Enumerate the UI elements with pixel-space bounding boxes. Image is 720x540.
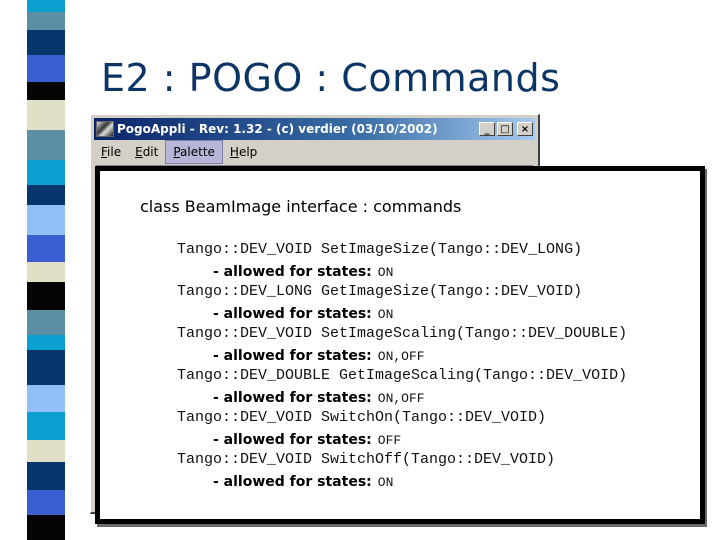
stripe-segment xyxy=(27,30,65,55)
slide-title: E2 : POGO : Commands xyxy=(101,56,561,100)
allowed-label: - allowed for states: xyxy=(213,264,372,280)
stripe-segment xyxy=(27,412,65,440)
menu-file[interactable]: File xyxy=(94,141,128,163)
allowed-states-value: ON xyxy=(377,307,394,322)
menu-mnemonic: H xyxy=(229,145,239,159)
menu-edit[interactable]: Edit xyxy=(128,141,165,163)
stripe-segment xyxy=(27,55,65,82)
allowed-states-value: OFF xyxy=(377,433,402,448)
menu-label-rest: ile xyxy=(107,145,122,159)
command-signature: Tango::DEV_VOID SetImageSize(Tango::DEV_… xyxy=(177,241,583,258)
allowed-label: - allowed for states: xyxy=(213,432,372,448)
stripe-segment xyxy=(27,310,65,335)
allowed-label: - allowed for states: xyxy=(213,474,372,490)
stripe-segment xyxy=(27,515,65,540)
menu-label-rest: alette xyxy=(180,145,215,159)
stripe-segment xyxy=(27,350,65,385)
stripe-segment xyxy=(27,160,65,185)
close-button[interactable]: × xyxy=(517,122,533,136)
stripe-segment xyxy=(27,262,65,282)
stripe-segment xyxy=(27,100,65,130)
command-signature: Tango::DEV_LONG GetImageSize(Tango::DEV_… xyxy=(177,283,583,300)
stripe-segment xyxy=(27,185,65,205)
window-title: PogoAppli - Rev: 1.32 - (c) verdier (03/… xyxy=(117,122,438,136)
command-signature: Tango::DEV_DOUBLE GetImageScaling(Tango:… xyxy=(177,367,628,384)
menu-palette[interactable]: Palette xyxy=(165,140,223,164)
window-titlebar[interactable]: PogoAppli - Rev: 1.32 - (c) verdier (03/… xyxy=(94,118,535,140)
allowed-label: - allowed for states: xyxy=(213,306,372,322)
decorative-stripe xyxy=(27,0,65,540)
stripe-segment xyxy=(27,385,65,412)
command-allowed-states: - allowed for states: ON xyxy=(177,302,627,323)
commands-heading: class BeamImage interface : commands xyxy=(140,197,462,216)
stripe-segment xyxy=(27,490,65,515)
allowed-label: - allowed for states: xyxy=(213,390,372,406)
menu-bar: File Edit Palette Help xyxy=(94,140,535,164)
stripe-segment xyxy=(27,0,65,12)
commands-list: Tango::DEV_VOID SetImageSize(Tango::DEV_… xyxy=(177,239,627,491)
command-signature: Tango::DEV_VOID SwitchOff(Tango::DEV_VOI… xyxy=(177,451,556,468)
commands-panel: class BeamImage interface : commands Tan… xyxy=(95,166,705,524)
stripe-segment xyxy=(27,82,65,100)
menu-mnemonic: E xyxy=(135,145,143,159)
command-signature: Tango::DEV_VOID SetImageScaling(Tango::D… xyxy=(177,325,628,342)
minimize-button[interactable]: _ xyxy=(479,122,495,136)
menu-label-rest: elp xyxy=(238,145,258,159)
stripe-segment xyxy=(27,12,65,30)
stripe-segment xyxy=(27,130,65,160)
stripe-segment xyxy=(27,440,65,462)
maximize-button[interactable]: □ xyxy=(497,122,513,136)
stripe-segment xyxy=(27,205,65,235)
menu-label-rest: dit xyxy=(142,145,159,159)
stripe-segment xyxy=(27,282,65,310)
allowed-states-value: ON xyxy=(377,265,394,280)
command-allowed-states: - allowed for states: OFF xyxy=(177,428,627,449)
command-allowed-states: - allowed for states: ON xyxy=(177,260,627,281)
command-allowed-states: - allowed for states: ON,OFF xyxy=(177,386,627,407)
allowed-label: - allowed for states: xyxy=(213,348,372,364)
allowed-states-value: ON,OFF xyxy=(377,391,425,406)
command-allowed-states: - allowed for states: ON,OFF xyxy=(177,344,627,365)
stripe-segment xyxy=(27,235,65,262)
stripe-segment xyxy=(27,335,65,350)
allowed-states-value: ON,OFF xyxy=(377,349,425,364)
command-signature: Tango::DEV_VOID SwitchOn(Tango::DEV_VOID… xyxy=(177,409,547,426)
stripe-segment xyxy=(27,462,65,490)
app-icon xyxy=(96,121,114,137)
command-allowed-states: - allowed for states: ON xyxy=(177,470,627,491)
allowed-states-value: ON xyxy=(377,475,394,490)
menu-help[interactable]: Help xyxy=(223,141,264,163)
